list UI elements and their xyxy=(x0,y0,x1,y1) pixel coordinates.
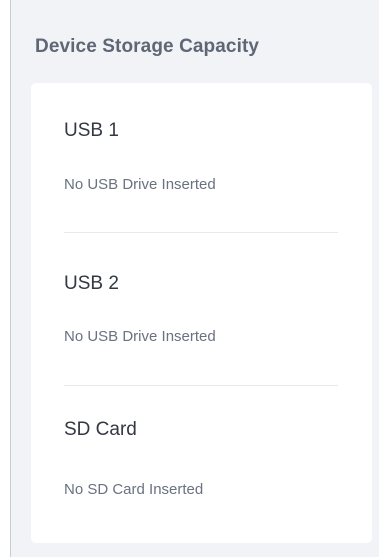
section-divider xyxy=(64,232,338,233)
storage-item-status: No USB Drive Inserted xyxy=(64,176,216,193)
storage-item-status: No SD Card Inserted xyxy=(64,481,204,498)
section-divider xyxy=(64,385,338,386)
storage-item-title: USB 2 xyxy=(64,273,119,294)
storage-card: USB 1 No USB Drive Inserted USB 2 No USB… xyxy=(31,83,372,543)
device-storage-panel: Device Storage Capacity USB 1 No USB Dri… xyxy=(10,0,379,557)
storage-item-title: USB 1 xyxy=(64,120,119,141)
storage-item-status: No USB Drive Inserted xyxy=(64,328,216,345)
panel-title: Device Storage Capacity xyxy=(35,36,260,57)
storage-item-title: SD Card xyxy=(64,419,137,440)
